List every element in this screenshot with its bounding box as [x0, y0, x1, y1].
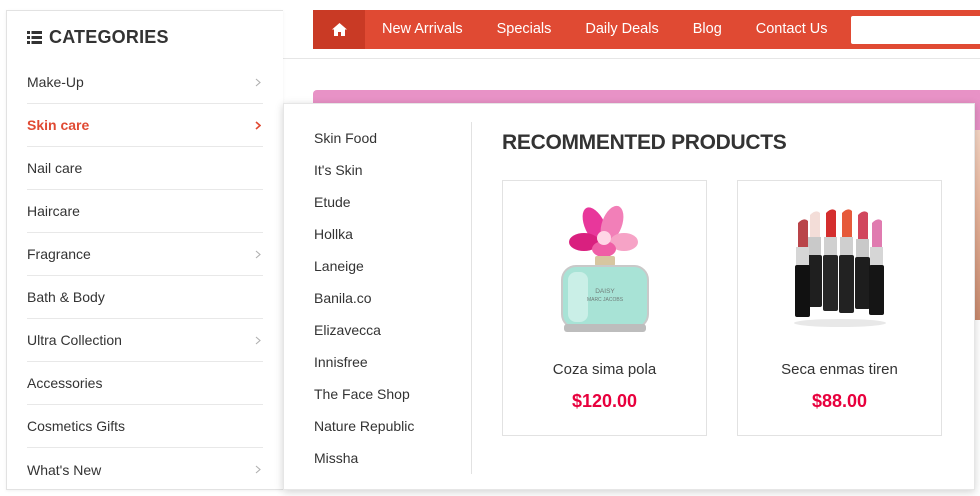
subcategory-link[interactable]: Hollka — [314, 218, 464, 250]
perfume-bottle-subtext: MARC JACOBS — [586, 297, 623, 303]
category-label: What's New — [27, 461, 102, 478]
subcategory-link[interactable]: Skin Food — [314, 122, 464, 154]
home-button[interactable] — [313, 10, 365, 49]
recommended-products-title: RECOMMENTED PRODUCTS — [502, 131, 787, 154]
subcategory-link[interactable]: The Face Shop — [314, 378, 464, 410]
subcategory-link[interactable]: Elizavecca — [314, 314, 464, 346]
product-name[interactable]: Seca enmas tiren — [738, 361, 941, 378]
categories-title: CATEGORIES — [49, 27, 169, 47]
sidebar-category-item[interactable]: Nail care — [27, 147, 263, 190]
sidebar-category-item[interactable]: Skin care — [27, 104, 263, 147]
chevron-right-icon — [255, 120, 261, 130]
sidebar-category-item[interactable]: Fragrance — [27, 233, 263, 276]
nav-new-arrivals[interactable]: New Arrivals — [365, 10, 480, 49]
sidebar-category-item[interactable]: Accessories — [27, 362, 263, 405]
chevron-right-icon — [255, 336, 261, 344]
subcategory-link[interactable]: Laneige — [314, 250, 464, 282]
category-label: Ultra Collection — [27, 332, 122, 348]
main-nav: New Arrivals Specials Daily Deals Blog C… — [313, 10, 980, 49]
chevron-right-icon — [255, 78, 261, 86]
category-label: Fragrance — [27, 246, 91, 262]
chevron-right-icon — [255, 465, 261, 474]
lipsticks-image[interactable] — [738, 193, 941, 343]
product-card[interactable]: DAISY MARC JACOBS Coza sima pola $120.00 — [502, 180, 707, 436]
product-price: $120.00 — [571, 391, 638, 411]
subcategory-link[interactable]: Nature Republic — [314, 410, 464, 442]
category-label: Make-Up — [27, 74, 84, 90]
product-name[interactable]: Coza sima pola — [503, 361, 706, 378]
perfume-bottle-text: DAISY — [595, 288, 615, 295]
product-card[interactable]: Seca enmas tiren $88.00 — [737, 180, 942, 436]
skin-care-mega-menu: Skin Food It's Skin Etude Hollka Laneige Bani… — [283, 103, 975, 490]
subcategory-link[interactable]: Innisfree — [314, 346, 464, 378]
category-label: Accessories — [27, 375, 103, 391]
header-divider — [283, 58, 980, 59]
sidebar-category-item[interactable]: Bath & Body — [27, 276, 263, 319]
nav-daily-deals[interactable]: Daily Deals — [568, 10, 675, 49]
categories-header: CATEGORIES — [27, 27, 169, 48]
nav-contact-us[interactable]: Contact Us — [739, 10, 845, 49]
product-price: $88.00 — [811, 391, 868, 411]
sidebar-category-item[interactable]: Cosmetics Gifts — [27, 405, 263, 448]
category-label: Skin care — [27, 117, 90, 133]
sidebar-category-item[interactable]: Make-Up — [27, 61, 263, 104]
search-box — [851, 16, 980, 44]
nav-specials[interactable]: Specials — [480, 10, 569, 49]
list-icon — [27, 31, 42, 44]
sidebar-category-item[interactable]: Ultra Collection — [27, 319, 263, 362]
nav-blog[interactable]: Blog — [676, 10, 739, 49]
category-label: Cosmetics Gifts — [27, 418, 126, 434]
subcategory-list: Skin Food It's Skin Etude Hollka Laneige Bani… — [314, 122, 464, 474]
mega-menu-divider — [471, 122, 472, 474]
subcategory-link[interactable]: It's Skin — [314, 154, 464, 186]
subcategory-link[interactable]: Missha — [314, 442, 464, 474]
categories-sidebar: CATEGORIES Make-Up Skin care Nail care Hair… — [6, 10, 283, 490]
home-icon — [331, 23, 347, 36]
category-list: Make-Up Skin care Nail care Haircare Fragran… — [27, 61, 263, 491]
perfume-bottle-image[interactable]: DAISY MARC JACOBS — [503, 193, 706, 343]
category-label: Nail care — [27, 160, 83, 176]
sidebar-category-item[interactable]: Haircare — [27, 190, 263, 233]
subcategory-link[interactable]: Etude — [314, 186, 464, 218]
chevron-right-icon — [255, 250, 261, 258]
category-label: Bath & Body — [27, 289, 105, 305]
search-input[interactable] — [851, 16, 980, 44]
category-label: Haircare — [27, 203, 80, 219]
subcategory-link[interactable]: Banila.co — [314, 282, 464, 314]
sidebar-category-item[interactable]: What's New — [27, 448, 263, 491]
